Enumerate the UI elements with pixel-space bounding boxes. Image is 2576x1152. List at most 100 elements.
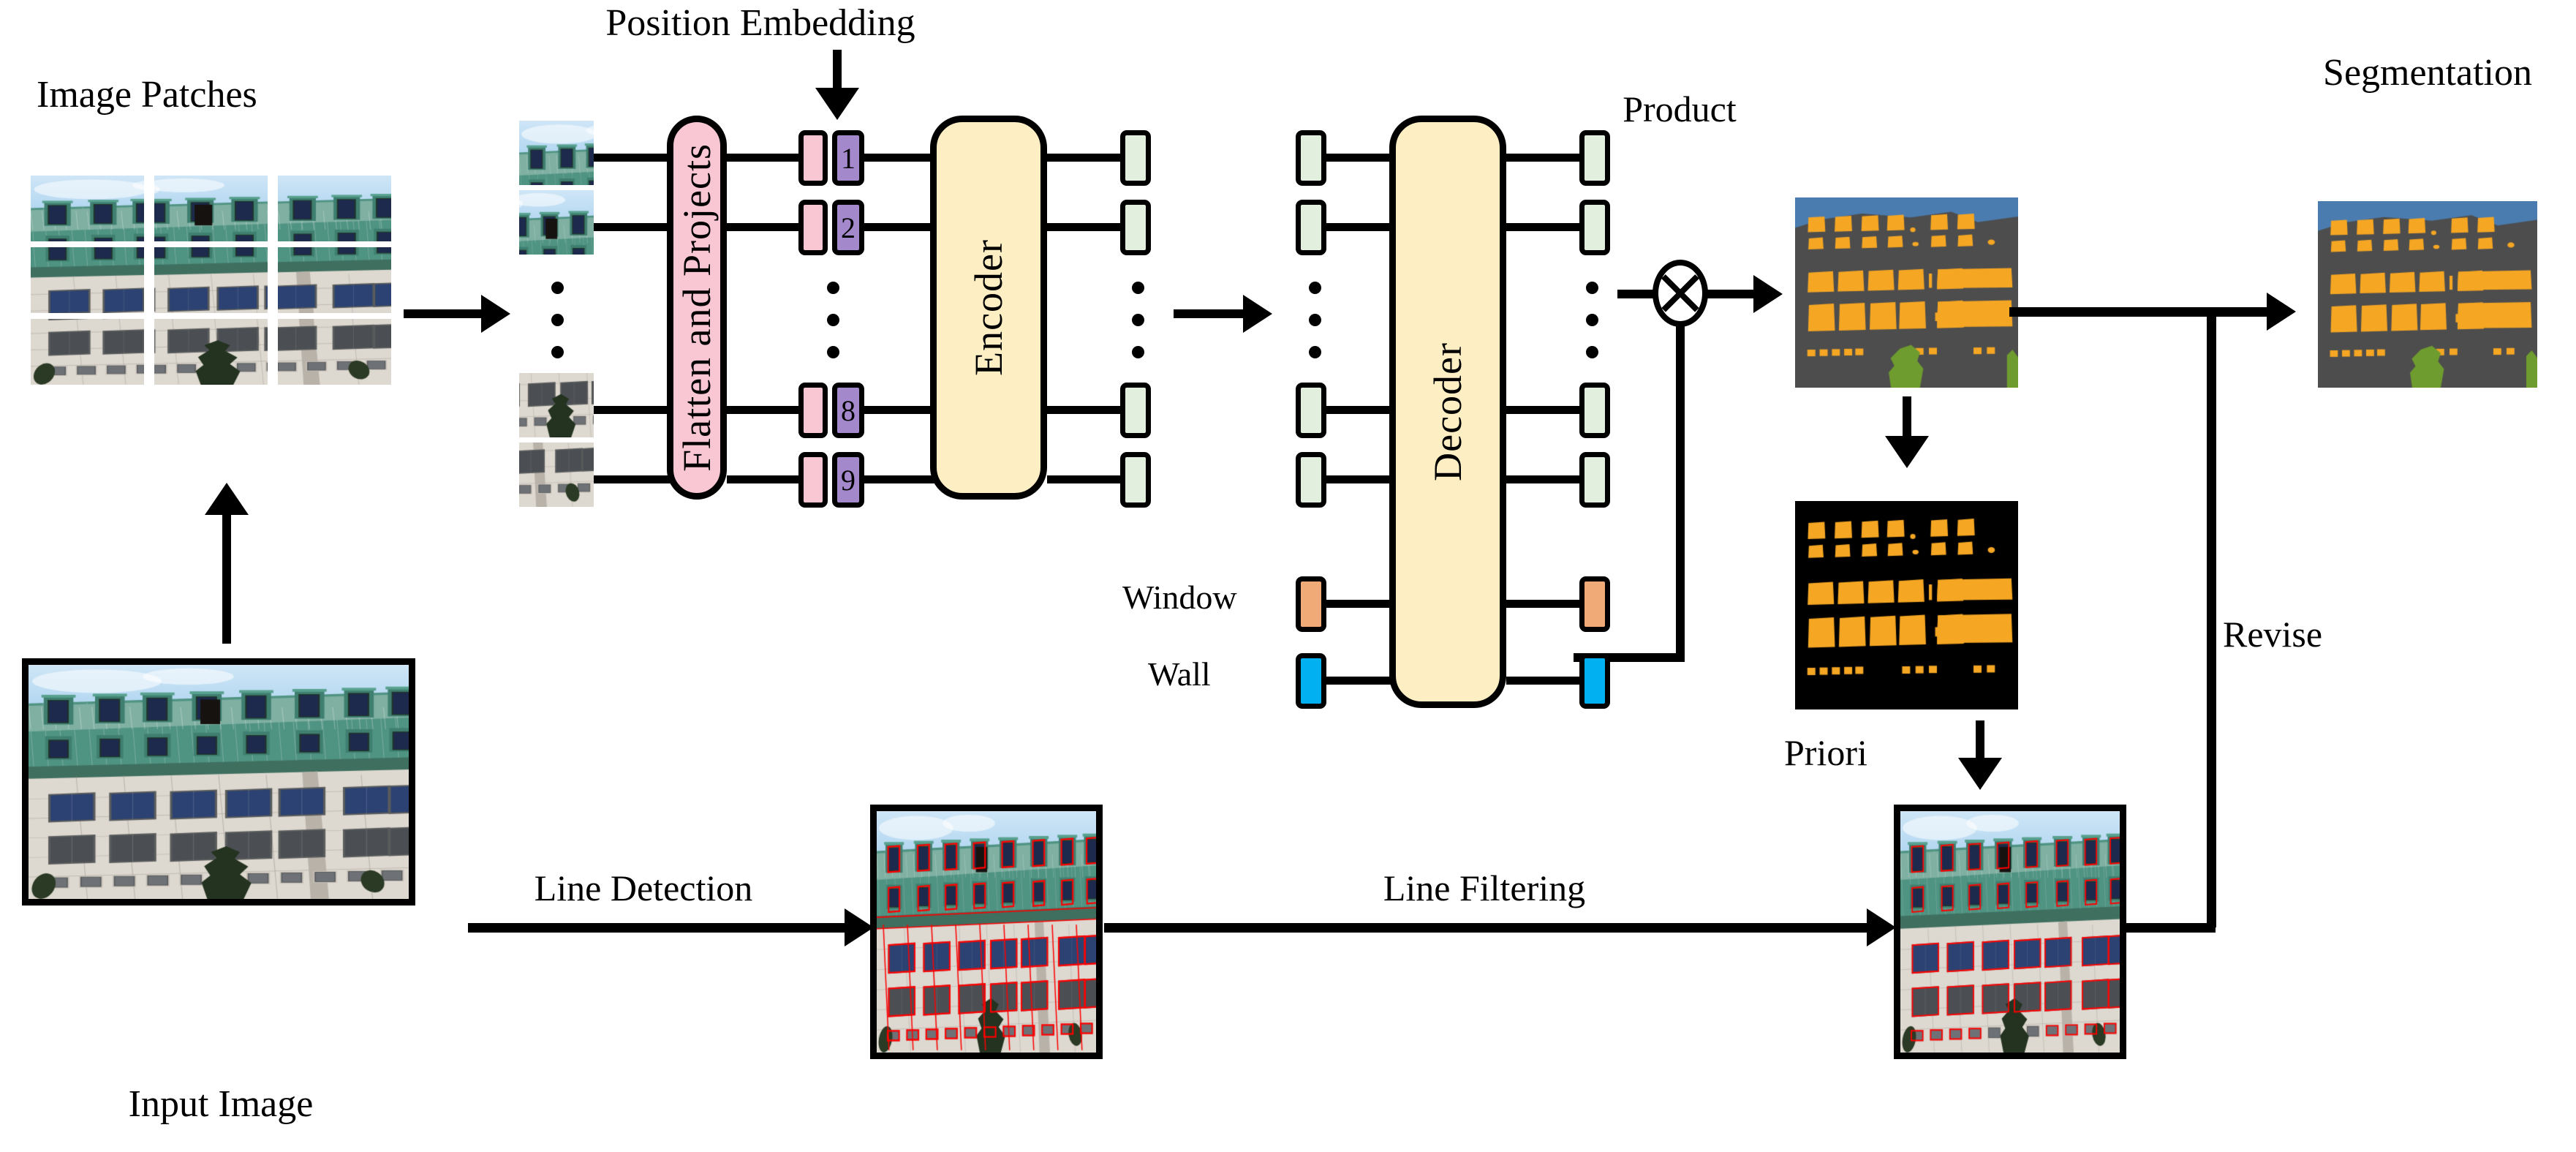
decoder-output-token-4 [1579,452,1610,508]
encoder-output-token-2 [1120,200,1151,255]
patches-to-column-arrow [481,295,510,333]
encoder-block[interactable]: Encoder [930,116,1047,500]
patch-thumbnail [519,190,594,255]
flatten-and-projects-label: Flatten and Projects [675,143,719,472]
patch-canvas [278,247,391,313]
image-patch [31,319,144,385]
encoder-output-token-3 [1120,383,1151,438]
line-filtering-arrow [1867,908,1896,946]
filtered-lines-image [1894,805,2126,1059]
mask-to-filtered-arrow [1958,758,2002,790]
coarse-segmentation-map [1795,197,2018,388]
decoder-in-line-window [1326,600,1400,608]
flatten-to-token-line-2 [727,223,798,231]
decoder-out-line-window [1506,600,1579,608]
product-operator-icon [1653,260,1708,327]
thumb-column-ellipsis [551,282,564,358]
image-patch [154,176,268,241]
position-embedding-line [833,50,842,90]
image-patch [154,247,268,313]
encoder-out-line-3 [1047,406,1120,414]
encoder-out-line-4 [1047,475,1120,483]
line-filtering-line [1104,923,1872,933]
patch-canvas [31,247,144,313]
encoder-to-decoder-arrow [1243,295,1272,333]
patch-canvas [154,247,268,313]
photo-canvas [877,811,1096,1053]
revise-to-segmentation-arrow [2267,293,2296,331]
priori-binary-mask [1795,501,2018,709]
patch-thumbnail-canvas [519,443,594,507]
thumb-line-3 [594,406,674,414]
product-output-line [1706,290,1757,298]
image-patch [31,247,144,313]
image-patch [278,319,391,385]
thumb-line-1 [594,154,674,162]
flatten-to-token-line-1 [727,154,798,162]
line-filtering-label: Line Filtering [1383,867,1586,908]
revise-label: Revise [2223,614,2323,655]
position-embedding-label: Position Embedding [605,2,915,44]
position-token-8: 8 [832,383,864,438]
decoder-out-line-1 [1506,154,1579,162]
decoder-input-token-3 [1296,383,1326,438]
encoder-out-line-1 [1047,154,1120,162]
revise-vline [2207,307,2216,927]
decoder-input-token-4 [1296,452,1326,508]
decoder-input-ellipsis [1308,282,1321,358]
patch-canvas [278,176,391,241]
image-patch [31,176,144,241]
patch-token-4 [798,452,828,508]
position-token-2: 2 [832,200,864,255]
thumb-line-2 [594,223,674,231]
token-column-ellipsis [826,282,839,358]
revise-to-segmentation-line [2009,307,2273,317]
line-detection-arrow [845,908,874,946]
mask-to-filtered-line [1976,720,1984,761]
image-patch [278,176,391,241]
decoder-in-line-2 [1326,223,1400,231]
photo-canvas [29,665,409,899]
patches-to-column-line [404,309,484,318]
encoder-to-decoder-line [1174,309,1247,318]
patch-canvas [31,319,144,385]
patch-token-1 [798,130,828,186]
patch-thumbnail-canvas [519,190,594,255]
decoder-out-line-3 [1506,406,1579,414]
patch-token-3 [798,383,828,438]
encoder-output-token-1 [1120,130,1151,186]
patch-token-2 [798,200,828,255]
position-token-9: 9 [832,452,864,508]
token-to-encoder-line-4 [864,475,941,483]
encoder-output-token-4 [1120,452,1151,508]
decoder-in-line-wall [1326,677,1400,685]
decoder-block[interactable]: Decoder [1389,116,1506,708]
image-patch [278,247,391,313]
image-patch [154,319,268,385]
decoder-out-line-2 [1506,223,1579,231]
seg-to-mask-arrow [1885,436,1929,468]
flatten-and-projects-block[interactable]: Flatten and Projects [667,116,727,500]
image-patches-label: Image Patches [37,74,257,116]
decoder-in-line-1 [1326,154,1400,162]
photo-canvas [1795,501,2018,709]
flatten-to-token-line-3 [727,406,798,414]
decoder-output-token-3 [1579,383,1610,438]
diagram-canvas: Image Patches Input Image Flatten and Pr… [0,0,2576,1152]
decoder-output-ellipsis [1585,282,1598,358]
patch-canvas [31,176,144,241]
product-output-arrow [1753,275,1783,313]
priori-label: Priori [1784,732,1867,773]
photo-canvas [2318,201,2537,388]
position-token-1: 1 [832,130,864,186]
product-label: Product [1623,89,1737,129]
product-input-line [1617,290,1655,298]
input-to-patches-line [222,512,231,644]
patch-thumbnail [519,121,594,185]
decoder-out-line-wall [1506,677,1579,685]
line-detection-label: Line Detection [534,867,753,908]
decoder-output-token-2 [1579,200,1610,255]
line-detection-result-image [870,805,1103,1059]
product-class-feed-vline [1676,325,1685,662]
input-image-label: Input Image [128,1083,314,1125]
